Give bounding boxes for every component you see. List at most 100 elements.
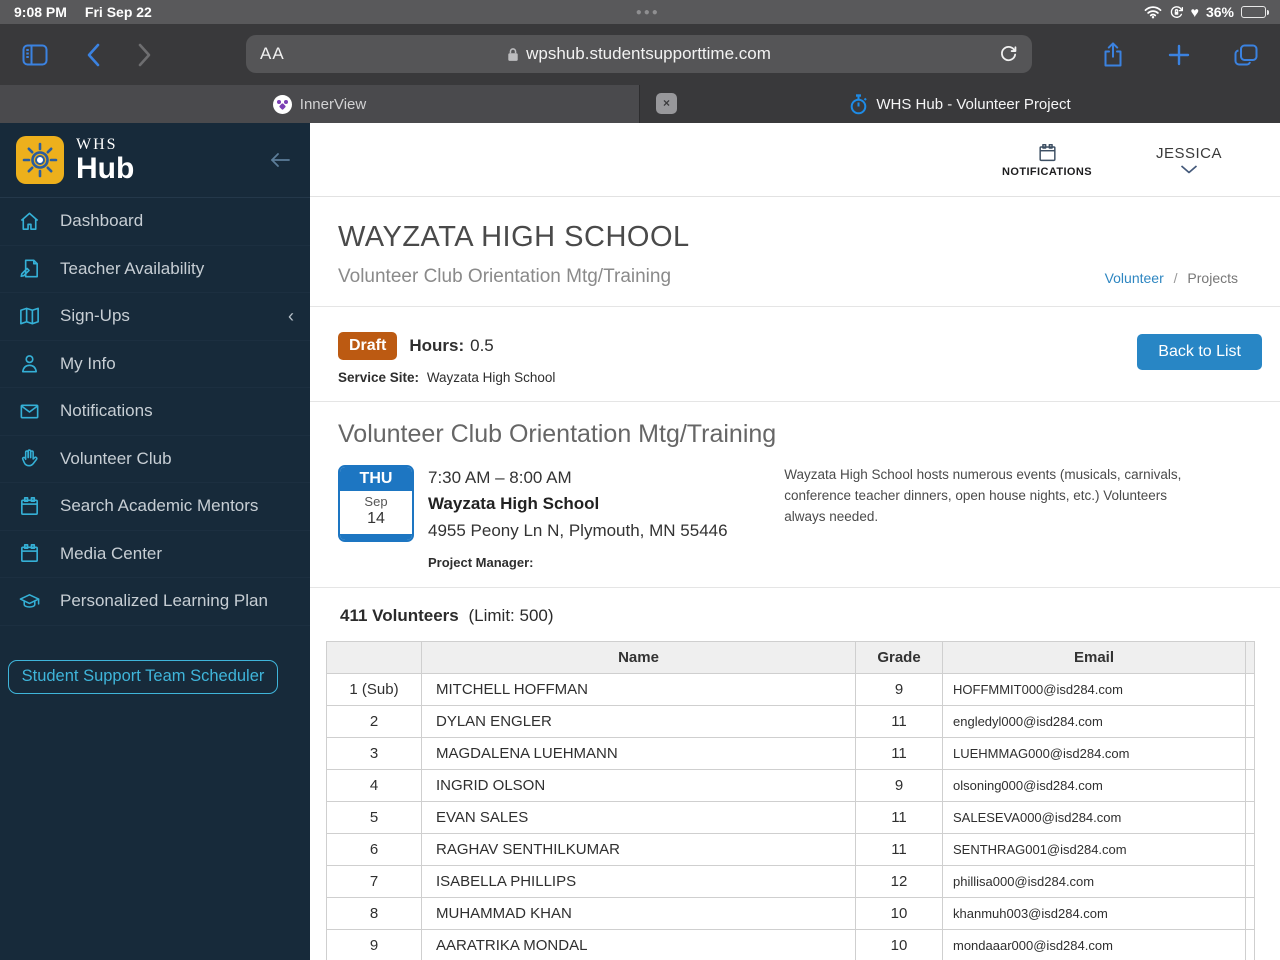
cell-extra: [1245, 801, 1255, 835]
cell-num: 1 (Sub): [326, 673, 422, 707]
heart-icon: ♥: [1190, 4, 1199, 20]
event-block: Volunteer Club Orientation Mtg/Training …: [310, 402, 1280, 589]
sidebar-item-teacher-availability[interactable]: Teacher Availability: [0, 246, 310, 293]
volunteer-table: Name Grade Email 1 (Sub) MITCHELL HOFFMAN…: [326, 641, 1255, 960]
forward-icon[interactable]: [138, 43, 152, 67]
battery-icon: [1241, 6, 1269, 18]
page-header: NOTIFICATIONS JESSICA: [310, 123, 1280, 197]
close-icon[interactable]: ×: [656, 93, 677, 114]
cell-extra: [1245, 897, 1255, 931]
cell-name: EVAN SALES: [421, 801, 856, 835]
column-header-name: Name: [421, 641, 856, 675]
sidebar-item-personalized-learning-plan[interactable]: Personalized Learning Plan: [0, 578, 310, 626]
cell-extra: [1245, 929, 1255, 960]
hours-value: 0.5: [470, 336, 494, 355]
sidebar-item-notifications[interactable]: Notifications: [0, 388, 310, 436]
sidebar-item-label: Media Center: [60, 543, 163, 563]
url-text: wpshub.studentsupporttime.com: [526, 44, 771, 63]
cell-grade: 11: [855, 833, 943, 867]
student-support-team-scheduler-button[interactable]: Student Support Team Scheduler: [8, 659, 278, 694]
stopwatch-favicon: [849, 93, 868, 115]
event-address: 4955 Peony Ln N, Plymouth, MN 55446: [428, 520, 728, 540]
new-tab-icon[interactable]: [1168, 44, 1190, 66]
sidebar-item-dashboard[interactable]: Dashboard: [0, 198, 310, 246]
project-status-block: Draft Hours: 0.5 Service Site: Wayzata H…: [310, 307, 1280, 402]
event-time: 7:30 AM – 8:00 AM: [428, 468, 572, 487]
sidebar-collapse-icon[interactable]: [268, 150, 292, 170]
sidebar-item-media-center[interactable]: Media Center: [0, 531, 310, 578]
cell-num: 7: [326, 865, 422, 899]
multitask-dots-icon: ●●●: [635, 6, 660, 18]
graduation-cap-icon: [16, 590, 42, 613]
project-manager-label: Project Manager:: [428, 555, 534, 571]
breadcrumb-volunteer-link[interactable]: Volunteer: [1105, 270, 1164, 286]
cell-num: 6: [326, 833, 422, 867]
sidebar-item-label: Sign-Ups: [60, 306, 130, 326]
cell-extra: [1245, 833, 1255, 867]
back-to-list-button[interactable]: Back to List: [1137, 334, 1262, 370]
back-icon[interactable]: [86, 43, 100, 67]
service-site-row: Service Site: Wayzata High School: [338, 370, 1252, 385]
calendar-icon: [16, 495, 42, 518]
hours-label: Hours:: [409, 336, 465, 355]
home-icon: [16, 210, 42, 233]
reload-icon[interactable]: [999, 45, 1018, 64]
cell-email: phillisa000@isd284.com: [942, 865, 1246, 899]
cell-name: MITCHELL HOFFMAN: [421, 673, 856, 707]
share-icon[interactable]: [1102, 41, 1124, 68]
sidebar-item-volunteer-club[interactable]: Volunteer Club: [0, 436, 310, 483]
sidebar-item-sign-ups[interactable]: Sign-Ups ‹: [0, 293, 310, 341]
chevron-left-icon: ‹: [288, 305, 294, 326]
event-location: Wayzata High School: [428, 494, 600, 514]
cell-grade: 9: [855, 769, 943, 803]
page-title: WAYZATA HIGH SCHOOL: [338, 221, 690, 253]
cell-grade: 9: [855, 673, 943, 707]
cell-num: 5: [326, 801, 422, 835]
user-menu[interactable]: JESSICA: [1156, 145, 1222, 174]
table-row: 2 DYLAN ENGLER 11 engledyl000@isd284.com: [326, 705, 1255, 739]
event-description: Wayzata High School hosts numerous event…: [784, 467, 1182, 524]
tab-innerview[interactable]: InnerView: [0, 85, 640, 123]
calendar-icon: [16, 542, 42, 565]
envelope-icon: [16, 400, 42, 423]
calendar-date-card: THU Sep 14: [338, 465, 414, 542]
orientation-lock-icon: [1169, 5, 1184, 20]
book-icon: [16, 305, 42, 328]
address-bar[interactable]: AA wpshub.studentsupporttime.com: [246, 35, 1032, 73]
table-row: 1 (Sub) MITCHELL HOFFMAN 9 HOFFMMIT000@isd2…: [326, 673, 1255, 707]
app-logo: WHS Hub: [0, 123, 310, 198]
cell-grade: 10: [855, 897, 943, 931]
tabs-icon[interactable]: [1234, 44, 1258, 66]
tab-title: InnerView: [299, 95, 367, 113]
notifications-button[interactable]: NOTIFICATIONS: [1002, 142, 1092, 178]
cell-num: 2: [326, 705, 422, 739]
sidebar-item-label: Search Academic Mentors: [60, 496, 259, 516]
sidebar-item-search-academic-mentors[interactable]: Search Academic Mentors: [0, 483, 310, 531]
table-row: 8 MUHAMMAD KHAN 10 khanmuh003@isd284.com: [326, 897, 1255, 931]
user-name: JESSICA: [1155, 145, 1222, 162]
calendar-date: 14: [367, 510, 385, 527]
cell-grade: 11: [855, 705, 943, 739]
event-title: Volunteer Club Orientation Mtg/Training: [338, 420, 777, 448]
cell-extra: [1245, 673, 1255, 707]
sidebar-toggle-icon[interactable]: [22, 44, 48, 66]
sidebar-item-label: Teacher Availability: [60, 258, 205, 278]
cell-name: MAGDALENA LUEHMANN: [421, 737, 856, 771]
volunteers-block: 411 Volunteers (Limit: 500) Name Grade E…: [310, 588, 1280, 960]
cell-extra: [1245, 865, 1255, 899]
notifications-label: NOTIFICATIONS: [1002, 165, 1092, 178]
wifi-icon: [1144, 5, 1162, 19]
cell-grade: 12: [855, 865, 943, 899]
cell-email: SENTHRAG001@isd284.com: [942, 833, 1246, 867]
column-header-email: Email: [942, 641, 1246, 675]
sidebar-item-my-info[interactable]: My Info: [0, 341, 310, 388]
tab-bar: InnerView × WHS Hub - Volunteer Project: [0, 85, 1280, 123]
sidebar-item-label: Dashboard: [60, 211, 144, 231]
cell-grade: 10: [855, 929, 943, 960]
tab-whs-hub[interactable]: × WHS Hub - Volunteer Project: [640, 85, 1280, 123]
cell-name: MUHAMMAD KHAN: [421, 897, 856, 931]
table-row: 6 RAGHAV SENTHILKUMAR 11 SENTHRAG001@isd284…: [326, 833, 1255, 867]
sidebar: WHS Hub Dashboard Teacher Availability S…: [0, 123, 310, 960]
sidebar-item-label: Notifications: [60, 401, 153, 421]
breadcrumb-separator: /: [1173, 270, 1178, 286]
